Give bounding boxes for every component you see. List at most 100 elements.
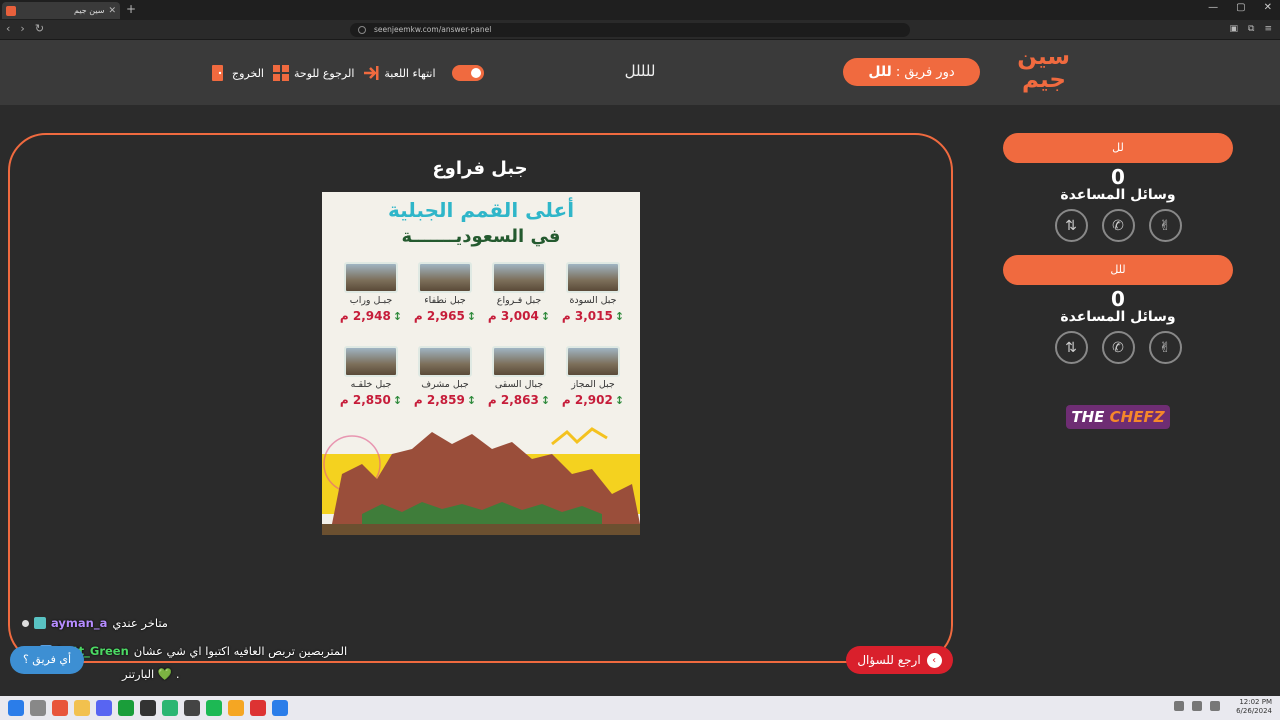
reload-icon[interactable]: ↻ <box>35 22 44 35</box>
phone-call-icon[interactable]: ✆ <box>1101 331 1135 364</box>
end-game-label: انتهاء اللعبة <box>384 66 436 80</box>
toggle-switch[interactable] <box>451 65 484 81</box>
mountain-height-value: 2,850 م <box>339 393 391 407</box>
tray-icon[interactable] <box>1174 701 1184 711</box>
mountain-height: ↕3,004 م <box>487 309 551 323</box>
sponsor-text-1: THE <box>1071 408 1110 426</box>
taskbar-apps <box>8 700 288 716</box>
logo[interactable]: سين جيم <box>1017 46 1070 98</box>
mountain-height: ↕2,863 م <box>487 393 551 407</box>
mountain-height: ↕2,948 م <box>339 309 403 323</box>
phone-call-icon[interactable]: ✆ <box>1101 209 1135 242</box>
peace-hand-icon[interactable]: ✌ <box>1148 209 1182 242</box>
menu-icon[interactable]: ≡ <box>1264 24 1272 34</box>
app-icon[interactable] <box>162 700 178 716</box>
app-icon[interactable] <box>250 700 266 716</box>
search-icon[interactable] <box>30 700 46 716</box>
close-tab-icon[interactable]: ✕ <box>108 6 116 16</box>
mountain-card: جبل مشرف ↕2,859 م <box>410 346 480 416</box>
chat-badge-icon <box>22 619 29 627</box>
chat-badge-icon <box>34 617 46 629</box>
mountain-photo <box>492 262 546 293</box>
app-icon[interactable] <box>184 700 200 716</box>
address-bar-row: ‹ › ↻ seenjeemkw.com/answer-panel ▣ ⧉ ≡ <box>0 20 1280 40</box>
mountain-card: جبل نطفاء ↕2,965 م <box>410 262 480 332</box>
mountain-height-value: 2,965 م <box>413 309 465 323</box>
volume-icon[interactable] <box>1210 701 1220 711</box>
exit-icon <box>212 65 223 81</box>
site-info-icon[interactable] <box>358 26 366 34</box>
browser-tab-bar: سين جيم ✕ + — ▢ ✕ <box>0 0 1280 20</box>
mountain-card: جبل المجاز ↕2,902 م <box>558 346 628 416</box>
obs-icon[interactable] <box>140 700 156 716</box>
help-aids: ⇅ ✆ ✌ <box>1003 209 1233 242</box>
chat-message: bott_Green المتربصين تربص العافيه اكتبوا… <box>40 644 347 658</box>
maximize-icon[interactable]: ▢ <box>1236 2 1245 13</box>
mountain-height: ↕2,859 م <box>413 393 477 407</box>
discord-icon[interactable] <box>96 700 112 716</box>
tab-title: سين جيم <box>74 6 105 15</box>
clock[interactable]: 12:02 PM 6/26/2024 <box>1236 698 1272 716</box>
chat-text: المتربصين تربص العافيه اكتبوا اي شي عشان <box>133 644 348 658</box>
sidebar-icon[interactable]: ▣ <box>1230 24 1239 34</box>
mountain-height: ↕2,850 م <box>339 393 403 407</box>
back-to-question-button[interactable]: › ارجع للسؤال <box>846 646 953 674</box>
browser-tab[interactable]: سين جيم ✕ <box>2 2 120 19</box>
browser-extensions: ▣ ⧉ ≡ <box>1230 24 1273 34</box>
back-arrow-icon[interactable]: ‹ <box>6 22 10 35</box>
two-answers-icon[interactable]: ⇅ <box>1054 331 1088 364</box>
aids-label: وسائل المساعدة <box>1060 187 1176 203</box>
mountain-height-value: 3,015 م <box>561 309 613 323</box>
mountain-height: ↕2,902 م <box>561 393 625 407</box>
mountain-photo <box>344 346 398 377</box>
grid-icon <box>273 65 289 81</box>
chat-text: متاخر عندي <box>112 616 168 630</box>
mountain-card: جبل خلقـه ↕2,850 م <box>336 346 406 416</box>
mountain-name: جبال السقى <box>494 379 544 390</box>
new-tab-icon[interactable]: + <box>126 2 136 16</box>
which-team-button[interactable]: أي فريق ؟ <box>10 646 84 674</box>
poster-subheading: في السعوديـــــــة <box>401 226 561 247</box>
app-icon[interactable] <box>272 700 288 716</box>
window-controls: — ▢ ✕ <box>1208 2 1272 13</box>
app-icon[interactable] <box>228 700 244 716</box>
mountain-scene-illustration <box>322 427 640 535</box>
nav-buttons: ‹ › ↻ <box>6 22 44 35</box>
clock-time: 12:02 PM <box>1239 698 1272 706</box>
extensions-icon[interactable]: ⧉ <box>1248 24 1254 34</box>
mountain-card: جبـل وراب ↕2,948 م <box>336 262 406 332</box>
sponsor-text-2: CHEFZ <box>1109 408 1165 426</box>
forward-arrow-icon[interactable]: › <box>20 22 24 35</box>
back-to-board-button[interactable]: الرجوع للوحة <box>272 64 354 82</box>
mountain-card: جبل السودة ↕3,015 م <box>558 262 628 332</box>
brave-icon[interactable] <box>52 700 68 716</box>
site-favicon-icon <box>6 5 16 16</box>
back-to-board-label: الرجوع للوحة <box>294 66 355 80</box>
folder-icon[interactable] <box>74 700 90 716</box>
peace-hand-icon[interactable]: ✌ <box>1148 331 1182 364</box>
team-name: للل <box>1003 255 1233 285</box>
start-icon[interactable] <box>8 700 24 716</box>
close-window-icon[interactable]: ✕ <box>1264 2 1272 13</box>
end-game-button[interactable]: انتهاء اللعبة <box>362 64 436 82</box>
sponsor-logo: THE CHEFZ <box>1066 405 1170 429</box>
mountain-card: جبل فـرواع ↕3,004 م <box>484 262 554 332</box>
exit-label: الخروج <box>232 66 264 80</box>
url-field[interactable]: seenjeemkw.com/answer-panel <box>350 23 910 37</box>
exit-button[interactable]: الخروج <box>210 64 264 82</box>
app-header: سين جيم دور فريق : للل للللل الخروج الرج… <box>0 40 1280 105</box>
xbox-icon[interactable] <box>118 700 134 716</box>
mountain-name: جبل المجاز <box>571 379 615 390</box>
mountain-photo <box>566 262 620 293</box>
minimize-icon[interactable]: — <box>1208 2 1218 13</box>
mountain-photo <box>418 346 472 377</box>
header-actions: الخروج الرجوع للوحة انتهاء اللعبة <box>210 62 484 84</box>
mountain-photo <box>418 262 472 293</box>
mountain-photo <box>492 346 546 377</box>
help-aids: ⇅ ✆ ✌ <box>1003 331 1233 364</box>
spotify-icon[interactable] <box>206 700 222 716</box>
mountain-name: جبل خلقـه <box>350 379 392 390</box>
two-answers-icon[interactable]: ⇅ <box>1054 209 1088 242</box>
wifi-icon[interactable] <box>1192 701 1202 711</box>
clock-date: 6/26/2024 <box>1236 707 1272 715</box>
